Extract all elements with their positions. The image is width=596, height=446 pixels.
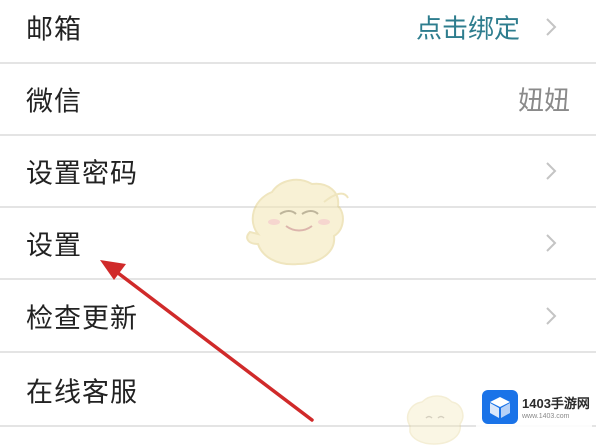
chevron-right-icon <box>546 18 557 36</box>
settings-list: 邮箱 点击绑定 微信 妞妞 设置密码 设置 检查更新 在线客服 <box>0 0 596 446</box>
settings-row-settings[interactable]: 设置 <box>0 208 596 280</box>
brand-watermark: 1403手游网 www.1403.com <box>476 384 592 434</box>
row-label-email: 邮箱 <box>26 14 82 46</box>
bind-email-link[interactable]: 点击绑定 <box>416 9 520 46</box>
row-label-online-service: 在线客服 <box>26 377 138 409</box>
row-label-settings: 设置 <box>26 230 82 262</box>
settings-row-check-update[interactable]: 检查更新 <box>0 281 596 353</box>
brand-url: www.1403.com <box>522 413 570 420</box>
chevron-right-icon <box>546 307 557 325</box>
settings-row-set-password[interactable]: 设置密码 <box>0 136 596 208</box>
brand-name: 1403手游网 <box>522 396 590 411</box>
settings-row-wechat[interactable]: 微信 妞妞 <box>0 64 596 136</box>
row-label-wechat: 微信 <box>26 86 82 118</box>
chevron-right-icon <box>546 234 557 252</box>
row-label-check-update: 检查更新 <box>26 303 138 335</box>
wechat-name-value: 妞妞 <box>517 86 570 117</box>
chevron-right-icon <box>546 162 557 180</box>
settings-row-email[interactable]: 邮箱 点击绑定 <box>0 0 596 64</box>
row-label-set-password: 设置密码 <box>26 158 138 190</box>
cube-logo-icon <box>482 390 518 424</box>
